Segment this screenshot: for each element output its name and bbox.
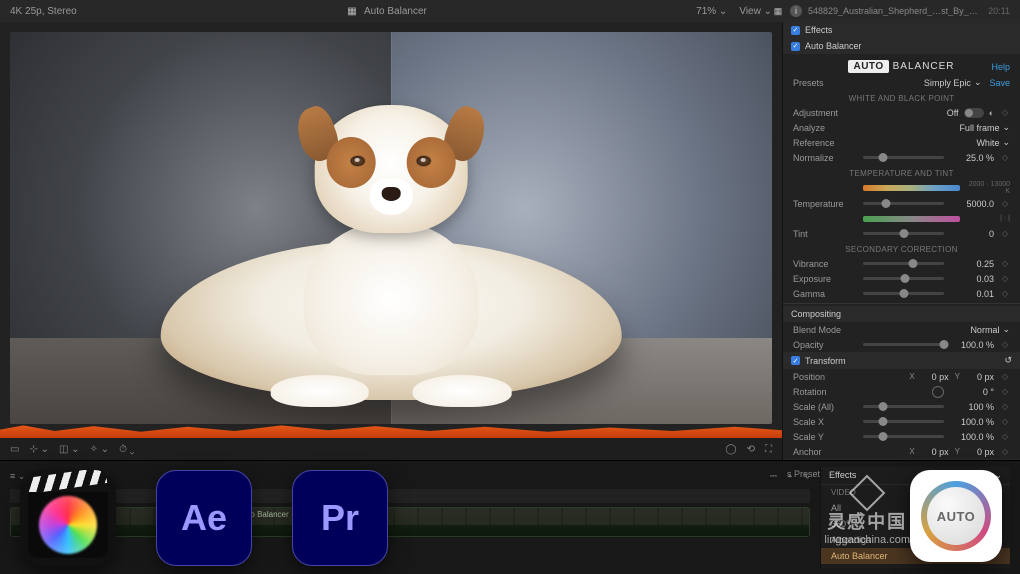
tool-fullscreen-icon[interactable]: ⛶ [765,444,772,455]
compositing-header: Compositing [791,309,841,319]
scale-all-slider[interactable] [863,405,944,408]
filmstrip-overlay [0,424,782,438]
anchor-x[interactable]: 0 px [921,447,949,457]
section-temp-tint: TEMPERATURE AND TINT [783,165,1020,180]
after-effects-icon: Ae [156,470,252,566]
adjustment-toggle[interactable] [964,108,984,118]
save-preset-link[interactable]: Save [989,78,1010,88]
keyframe-icon[interactable]: ◇ [1000,372,1010,381]
keyframe-icon[interactable]: ◇ [1000,229,1010,238]
tool-select-icon[interactable]: ▭ [10,444,19,455]
plugin-header[interactable]: ✓ Auto Balancer [783,38,1020,54]
transform-header[interactable]: ✓ Transform ↺ [783,352,1020,369]
view-dropdown[interactable]: View ⌄ [739,6,772,17]
effects-checkbox[interactable]: ✓ [791,26,800,35]
inspector-panel: ✓ Effects ✓ Auto Balancer AUTO BALANCER … [782,22,1020,460]
tool-loop-icon[interactable]: ⟲ [747,444,755,455]
inspector-timecode: 20:11 [988,6,1010,16]
tint-gradient [863,216,960,222]
keyframe-icon[interactable]: ◇ [1000,108,1010,117]
keyframe-icon[interactable]: ◇ [1000,259,1010,268]
keyframe-icon[interactable]: ◇ [1000,199,1010,208]
inspector-clip-name: 548829_Australian_Shepherd_…st_By_Brad_D… [808,6,982,16]
blend-dropdown[interactable]: Normal ⌄ [970,324,1010,335]
transform-checkbox[interactable]: ✓ [791,356,800,365]
tool-transform-icon[interactable]: ⊹ ⌄ [29,444,49,455]
brand-text: BALANCER [893,61,955,72]
analyze-dropdown[interactable]: Full frame ⌄ [959,122,1010,133]
reset-icon[interactable]: ↺ [1004,355,1012,366]
normalize-slider[interactable] [863,156,944,159]
temp-gradient [863,185,960,191]
tool-crop-icon[interactable]: ◫ ⌄ [59,444,80,455]
tool-color-icon[interactable]: ◯ [725,444,736,455]
tool-retime-icon[interactable]: ⏱ ⌄ [119,444,134,455]
plugin-checkbox[interactable]: ✓ [791,42,800,51]
viewer-toolbar: ▭ ⊹ ⌄ ◫ ⌄ ✧ ⌄ ⏱ ⌄ ◯ ⟲ ⛶ [0,438,782,460]
keyframe-icon[interactable]: ◇ [1000,274,1010,283]
keyframe-icon[interactable]: ◇ [1000,432,1010,441]
temperature-slider[interactable] [863,202,944,205]
section-white-black: WHITE AND BLACK POINT [783,90,1020,105]
position-x[interactable]: 0 px [921,372,949,382]
final-cut-pro-icon [20,470,116,566]
premiere-pro-icon: Pr [292,470,388,566]
keyframe-icon[interactable]: ◇ [1000,340,1010,349]
format-label: 4K 25p, Stereo [10,6,77,17]
keyframe-icon[interactable]: ◇ [1000,289,1010,298]
tool-enhance-icon[interactable]: ✧ ⌄ [90,444,110,455]
app-icons-overlay: Ae Pr [20,470,388,566]
auto-plugin-icon: AUTO [910,470,1002,562]
anchor-y[interactable]: 0 px [966,447,994,457]
preset-dropdown[interactable]: Simply Epic ⌄ [924,77,982,88]
help-link[interactable]: Help [991,62,1010,72]
video-inspector-icon[interactable]: ▦ [772,5,784,17]
tint-slider[interactable] [863,232,944,235]
half-moon-icon[interactable]: ◐ [989,108,994,118]
effects-section-header[interactable]: ✓ Effects [783,22,1020,38]
gamma-slider[interactable] [863,292,944,295]
keyframe-icon[interactable]: ◇ [1000,387,1010,396]
section-secondary: SECONDARY CORRECTION [783,241,1020,256]
clip-title: Auto Balancer [364,6,427,17]
position-y[interactable]: 0 px [966,372,994,382]
zoom-dropdown[interactable]: 71% ⌄ [696,6,727,17]
save-effects-preset[interactable]: s Preset [787,469,820,479]
info-inspector-icon[interactable]: i [790,5,802,17]
viewer: ▭ ⊹ ⌄ ◫ ⌄ ✧ ⌄ ⏱ ⌄ ◯ ⟲ ⛶ [0,22,782,460]
preview-image [10,32,772,424]
keyframe-icon[interactable]: ◇ [1000,447,1010,456]
rotation-dial-icon[interactable] [932,386,944,398]
viewer-topbar: 4K 25p, Stereo ▦ Auto Balancer 71% ⌄ Vie… [0,0,1020,22]
keyframe-icon[interactable]: ◇ [1000,402,1010,411]
exposure-slider[interactable] [863,277,944,280]
keyframe-icon[interactable]: ◇ [1000,153,1010,162]
keyframe-icon[interactable]: ◇ [1000,417,1010,426]
reference-dropdown[interactable]: White ⌄ [976,137,1010,148]
presets-label: Presets [793,78,857,88]
brand-logo: AUTO [848,60,888,73]
vibrance-slider[interactable] [863,262,944,265]
opacity-slider[interactable] [863,343,944,346]
viewer-canvas[interactable] [0,22,782,438]
scale-y-slider[interactable] [863,435,944,438]
effects-browser-header: Effects [829,470,856,481]
scale-x-slider[interactable] [863,420,944,423]
clip-icon: ▦ [346,5,358,17]
timeline-tools-icon[interactable]: ⎓ [770,471,777,482]
